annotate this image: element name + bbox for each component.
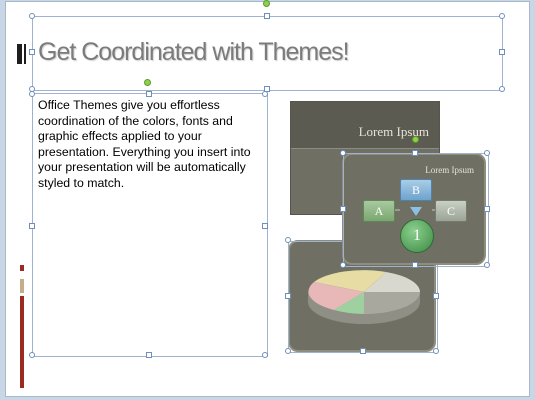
accent-bar-tan [20,279,24,293]
body-handle-tl[interactable] [29,91,35,97]
pie-handle-bm[interactable] [360,348,366,354]
slide-title[interactable]: Get Coordinated with Themes! [38,38,350,67]
body-handle-br[interactable] [262,352,268,358]
pie-handle-tl[interactable] [285,237,291,243]
title-handle-tm[interactable] [264,13,270,19]
smartart-handle-tl[interactable] [340,150,346,156]
body-rotation-handle[interactable] [144,79,151,86]
body-handle-ml[interactable] [29,223,35,229]
smartart-handle-ml[interactable] [340,206,346,212]
title-accent-mark-thin [24,44,26,64]
title-handle-tr[interactable] [499,13,505,19]
title-accent-mark [17,44,22,64]
smartart-handle-bl[interactable] [340,262,346,268]
smartart-selection[interactable] [343,153,489,267]
body-handle-tm[interactable] [146,91,152,97]
title-handle-tl[interactable] [29,13,35,19]
pie-handle-ml[interactable] [285,293,291,299]
title-rotation-handle[interactable] [263,0,270,7]
body-handle-tr[interactable] [262,91,268,97]
smartart-handle-mr[interactable] [484,206,490,212]
body-handle-bm[interactable] [146,352,152,358]
smartart-handle-bm[interactable] [412,262,418,268]
accent-bar-top [20,265,24,271]
slide-body-text[interactable]: Office Themes give you effortless coordi… [38,98,263,192]
pie-handle-mr[interactable] [433,293,439,299]
smartart-handle-tm[interactable] [412,150,418,156]
pie-handle-br[interactable] [433,348,439,354]
body-handle-mr[interactable] [262,223,268,229]
title-handle-mr[interactable] [499,49,505,55]
smartart-rotation-handle[interactable] [412,136,419,143]
pie-handle-bl[interactable] [285,348,291,354]
body-handle-bl[interactable] [29,352,35,358]
smartart-handle-br[interactable] [484,262,490,268]
accent-bar-long [20,296,24,388]
smartart-handle-tr[interactable] [484,150,490,156]
title-handle-br[interactable] [499,86,505,92]
title-handle-ml[interactable] [29,49,35,55]
